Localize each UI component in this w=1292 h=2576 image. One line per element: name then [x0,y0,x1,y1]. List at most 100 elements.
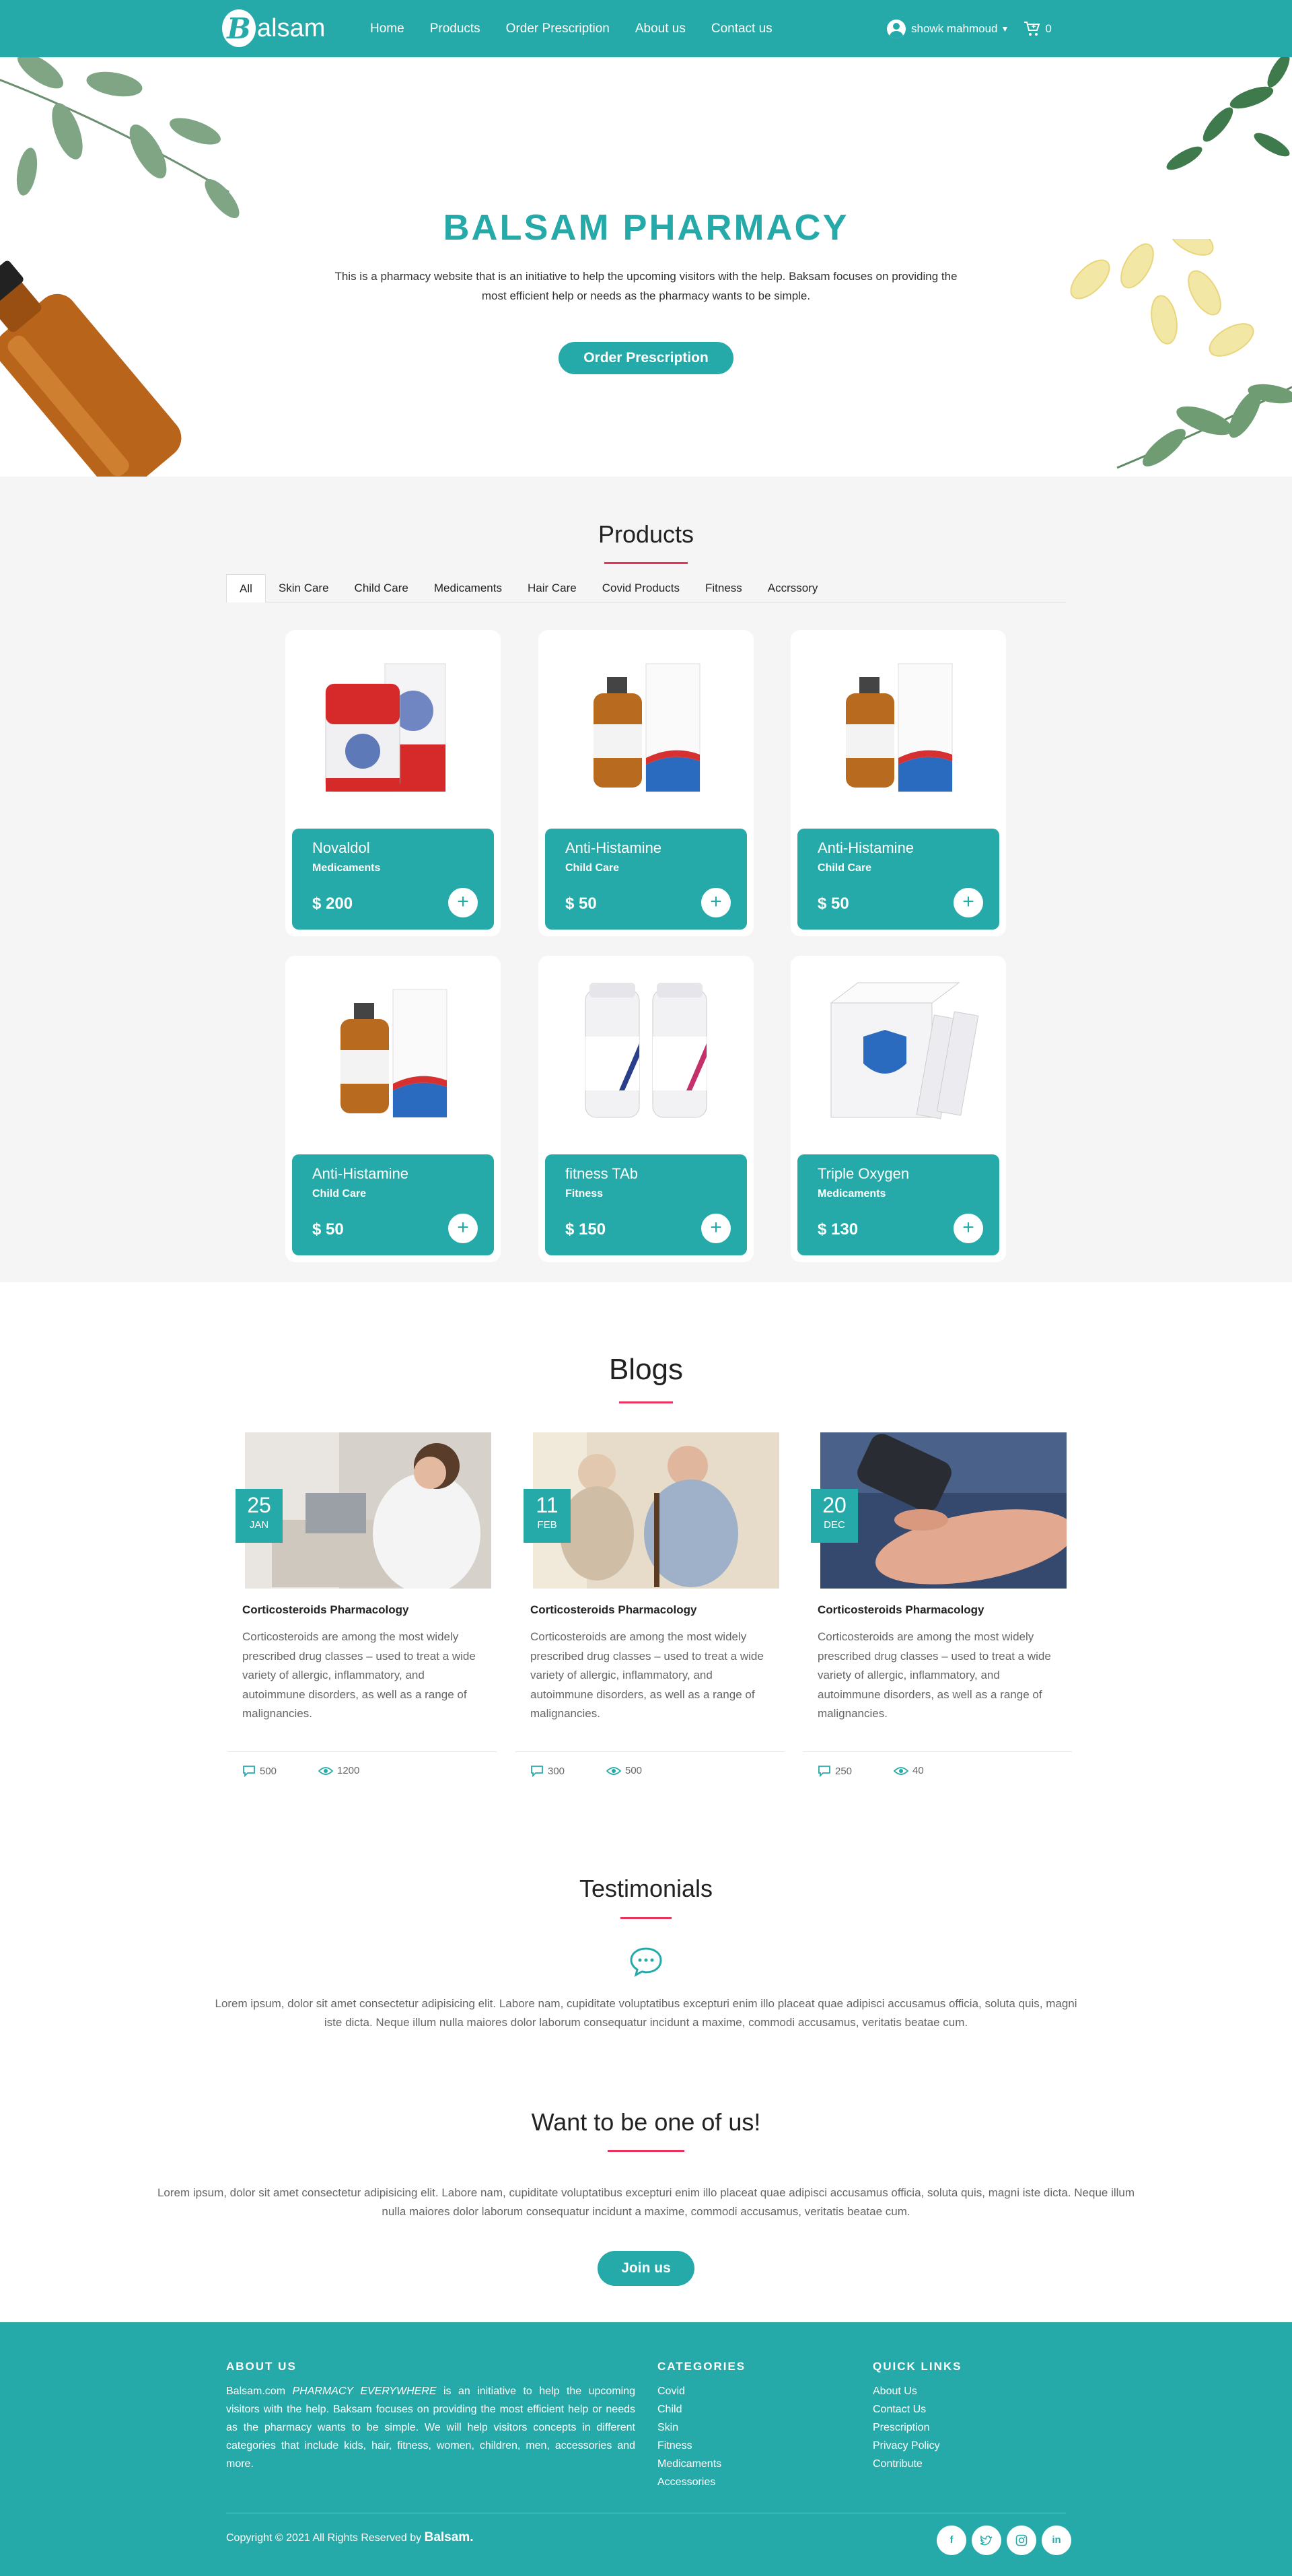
blog-excerpt: Corticosteroids are among the most widel… [242,1630,476,1720]
add-to-cart-button[interactable]: + [701,1214,731,1243]
date-day: 25 [247,1493,271,1517]
blog-title[interactable]: Corticosteroids Pharmacology [242,1603,409,1617]
comments-icon [818,1766,830,1777]
logo-text: alsam [257,13,326,42]
footer-quick-link[interactable]: About Us [873,2382,940,2400]
product-name: Triple Oxygen [818,1165,910,1182]
join-us-button[interactable]: Join us [598,2251,694,2286]
social-links: f in [931,2526,1071,2555]
comment-count: 250 [818,1765,852,1777]
nav-about[interactable]: About us [635,22,686,36]
filter-covid-products[interactable]: Covid Products [589,574,692,602]
title-underline [619,1401,673,1403]
twitter-icon[interactable] [972,2526,1001,2555]
footer-category-link[interactable]: Child [657,2400,721,2418]
product-category: Child Care [818,862,872,874]
eye-icon [318,1766,333,1775]
nav-contact[interactable]: Contact us [711,22,773,36]
filter-all[interactable]: All [226,574,266,602]
divider [227,1751,497,1752]
nav-home[interactable]: Home [370,22,404,36]
product-info: fitness TAb Fitness $ 150 + [545,1154,747,1255]
user-avatar-icon [887,19,906,38]
filter-accessory[interactable]: Accrssory [755,574,831,602]
title-underline [608,2150,684,2152]
add-to-cart-button[interactable]: + [954,1214,983,1243]
product-info: Triple Oxygen Medicaments $ 130 + [797,1154,999,1255]
product-image [594,663,701,792]
brand-logo[interactable]: B alsam [222,9,325,47]
nav-products[interactable]: Products [430,22,480,36]
product-category: Medicaments [312,862,381,874]
cart-icon [1024,21,1040,36]
footer-category-link[interactable]: Medicaments [657,2455,721,2473]
logo-mark: B [222,9,256,47]
footer-about-brand: Balsam.com [226,2386,286,2397]
blog-title[interactable]: Corticosteroids Pharmacology [530,1603,697,1617]
caret-down-icon: ▼ [1001,24,1009,34]
join-text: Lorem ipsum, dolor sit amet consectetur … [157,2186,1135,2218]
blog-excerpt: Corticosteroids are among the most widel… [818,1630,1051,1720]
add-to-cart-button[interactable]: + [448,1214,478,1243]
user-menu[interactable]: showk mahmoud ▼ [887,19,1009,38]
add-to-cart-button[interactable]: + [701,888,731,917]
filter-hair-care[interactable]: Hair Care [515,574,589,602]
instagram-icon[interactable] [1007,2526,1036,2555]
filter-child-care[interactable]: Child Care [342,574,421,602]
date-day: 11 [536,1493,559,1517]
product-category: Fitness [565,1188,604,1199]
blog-title[interactable]: Corticosteroids Pharmacology [818,1603,984,1617]
eye-icon [606,1766,621,1775]
product-card[interactable]: Triple Oxygen Medicaments $ 130 + [791,956,1006,1262]
divider [803,1751,1072,1752]
footer-category-link[interactable]: Skin [657,2418,721,2437]
date-month: FEB [537,1519,557,1531]
product-filter-tabs: All Skin Care Child Care Medicaments Hai… [226,574,1066,602]
filter-medicaments[interactable]: Medicaments [421,574,515,602]
product-image [846,663,953,792]
product-card[interactable]: fitness TAb Fitness $ 150 + [538,956,754,1262]
footer-category-link[interactable]: Accessories [657,2473,721,2491]
comment-count: 300 [530,1765,565,1777]
footer-quick-link[interactable]: Prescription [873,2418,940,2437]
product-image [340,989,447,1118]
chat-bubbles-icon [630,1947,662,1977]
product-info: Novaldol Medicaments $ 200 + [292,829,494,930]
add-to-cart-button[interactable]: + [954,888,983,917]
view-count: 40 [894,1765,924,1776]
product-card[interactable]: Novaldol Medicaments $ 200 + [285,630,501,936]
nav-order-prescription[interactable]: Order Prescription [506,22,610,36]
view-count: 500 [606,1765,642,1776]
blog-card[interactable]: 11 FEB Corticosteroids Pharmacology Cort… [515,1432,785,1809]
facebook-icon[interactable]: f [937,2526,966,2555]
product-card[interactable]: Anti-Histamine Child Care $ 50 + [285,956,501,1262]
leaves-decoration-top-left [0,57,240,219]
product-card[interactable]: Anti-Histamine Child Care $ 50 + [791,630,1006,936]
product-info: Anti-Histamine Child Care $ 50 + [545,829,747,930]
blog-excerpt: Corticosteroids are among the most widel… [530,1630,764,1720]
product-name: Anti-Histamine [312,1165,409,1182]
product-price: $ 200 [312,895,353,913]
add-to-cart-button[interactable]: + [448,888,478,917]
footer-category-link[interactable]: Fitness [657,2437,721,2455]
order-prescription-button[interactable]: Order Prescription [559,342,733,374]
footer-about-heading: ABOUT US [226,2360,297,2373]
filter-fitness[interactable]: Fitness [692,574,755,602]
hero-title: BALSAM PHARMACY [443,207,849,248]
view-count-value: 40 [912,1765,924,1776]
footer-category-link[interactable]: Covid [657,2382,721,2400]
blog-card[interactable]: 20 DEC Corticosteroids Pharmacology Cort… [803,1432,1072,1809]
title-underline [620,1917,672,1919]
footer-quick-link[interactable]: Contact Us [873,2400,940,2418]
product-image [325,663,446,792]
product-category: Medicaments [818,1188,886,1199]
comment-count-value: 300 [548,1765,565,1777]
filter-skin-care[interactable]: Skin Care [266,574,342,602]
blog-card[interactable]: 25 JAN Corticosteroids Pharmacology Cort… [227,1432,497,1809]
linkedin-icon[interactable]: in [1042,2526,1071,2555]
footer-quick-links-heading: QUICK LINKS [873,2360,962,2373]
footer-quick-link[interactable]: Contribute [873,2455,940,2473]
footer-quick-link[interactable]: Privacy Policy [873,2437,940,2455]
cart-button[interactable]: 0 [1024,21,1052,37]
product-card[interactable]: Anti-Histamine Child Care $ 50 + [538,630,754,936]
